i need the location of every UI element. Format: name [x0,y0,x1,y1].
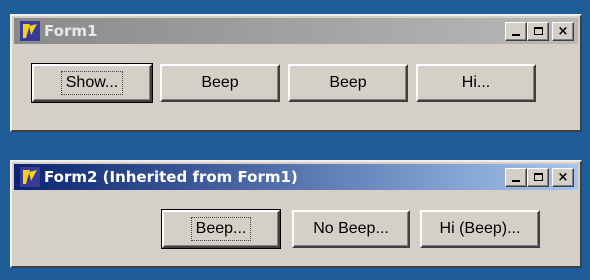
close-glyph: × [557,169,569,185]
show-button-label: Show... [60,71,124,95]
close-glyph: × [557,23,569,39]
hi-button[interactable]: Hi... [416,64,536,102]
hi-beep-button-label: Hi (Beep)... [439,220,521,237]
delphi-app-icon [20,167,40,187]
minimize-icon[interactable] [505,21,527,41]
close-icon[interactable]: × [552,167,574,187]
form2-title: Form2 (Inherited from Form1) [44,168,298,186]
hi-button-label: Hi... [461,74,491,91]
beep-dialog-button[interactable]: Beep... [161,209,281,249]
form2-window: Form2 (Inherited from Form1) × Beep... N… [10,160,582,268]
beep-dialog-button-label: Beep... [190,217,252,241]
form2-caption-buttons: × [505,167,574,187]
maximize-icon[interactable] [527,167,549,187]
beep-button-2[interactable]: Beep [288,64,408,102]
delphi-app-icon [20,21,40,41]
no-beep-button[interactable]: No Beep... [292,210,410,248]
form1-window: Form1 × Show... Beep Beep Hi... [10,14,582,132]
minimize-icon[interactable] [505,167,527,187]
close-icon[interactable]: × [552,21,574,41]
beep-button-2-label: Beep [329,74,367,91]
form2-titlebar[interactable]: Form2 (Inherited from Form1) × [14,164,578,190]
no-beep-button-label: No Beep... [313,220,389,237]
form1-caption-buttons: × [505,21,574,41]
maximize-icon[interactable] [527,21,549,41]
hi-beep-button[interactable]: Hi (Beep)... [420,210,540,248]
form1-titlebar[interactable]: Form1 × [14,18,578,44]
form1-title: Form1 [44,22,98,40]
beep-button-1-label: Beep [201,74,239,91]
show-button[interactable]: Show... [31,63,153,103]
beep-button-1[interactable]: Beep [160,64,280,102]
